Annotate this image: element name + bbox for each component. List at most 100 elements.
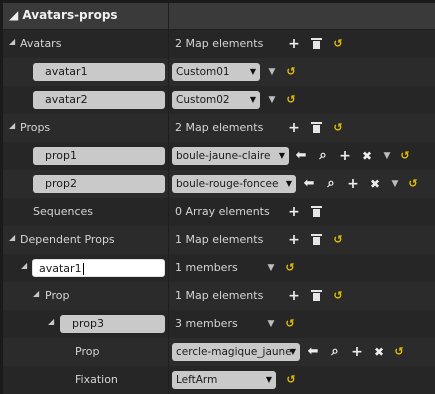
element-menu-icon[interactable]: ▼ <box>380 148 394 164</box>
row-props: ◢ Props 2 Map elements + ↺ <box>3 114 435 142</box>
column-divider <box>168 366 169 394</box>
add-icon[interactable]: + <box>350 344 364 360</box>
use-selected-icon[interactable]: ⬅ <box>294 148 308 164</box>
row-prop3-prop: Prop cercle-magique_jaune ▼ ⬅ ⌕ + ✖ ↺ <box>3 338 435 366</box>
browse-icon[interactable]: ⌕ <box>316 148 330 164</box>
property-label: Props <box>20 121 51 134</box>
add-icon[interactable]: + <box>287 204 301 220</box>
element-menu-icon[interactable]: ▼ <box>264 316 278 332</box>
chevron-down-icon: ▼ <box>278 151 285 160</box>
column-divider <box>168 170 169 198</box>
column-divider <box>168 310 169 338</box>
column-divider <box>168 30 169 58</box>
value-dropdown[interactable]: Custom02 ▼ <box>172 91 260 109</box>
reset-icon[interactable]: ↺ <box>392 344 406 360</box>
clear-icon[interactable]: ✖ <box>360 148 374 164</box>
category-title: ◢ Avatars-props <box>9 8 118 22</box>
row-dependent-props: ◢ Dependent Props 1 Map elements + ↺ <box>3 226 435 254</box>
column-divider <box>168 254 169 282</box>
add-icon[interactable]: + <box>287 120 301 136</box>
reset-icon[interactable]: ↺ <box>331 120 345 136</box>
row-sequences: Sequences 0 Array elements + <box>3 198 435 226</box>
column-divider <box>168 3 169 29</box>
chevron-down-icon: ▼ <box>249 67 256 76</box>
collapse-arrow-icon[interactable]: ◢ <box>48 317 54 326</box>
reset-icon[interactable]: ↺ <box>284 372 298 388</box>
category-header[interactable]: ◢ Avatars-props <box>3 3 435 30</box>
asset-dropdown[interactable]: cercle-magique_jaune ▼ <box>172 343 300 361</box>
text-caret <box>82 263 84 275</box>
property-label: Avatars <box>20 37 62 50</box>
map-key-field[interactable]: prop1 <box>33 147 165 165</box>
add-icon[interactable]: + <box>287 232 301 248</box>
reset-icon[interactable]: ↺ <box>284 64 298 80</box>
reset-icon[interactable]: ↺ <box>283 260 297 276</box>
delete-icon[interactable] <box>311 234 322 245</box>
asset-dropdown[interactable]: boule-jaune-claire ▼ <box>172 147 289 165</box>
collapse-arrow-icon[interactable]: ◢ <box>9 233 15 242</box>
delete-icon[interactable] <box>311 290 322 301</box>
map-key-field[interactable]: avatar2 <box>33 91 165 109</box>
map-key-field[interactable]: prop2 <box>33 175 165 193</box>
delete-icon[interactable] <box>311 122 322 133</box>
row-prop2: prop2 boule-rouge-foncee ▼ ⬅ ⌕ + ✖ ▼ ↺ <box>3 170 435 198</box>
property-label: Prop <box>45 289 70 302</box>
collapse-arrow-icon[interactable]: ◢ <box>9 121 15 130</box>
row-avatar2: avatar2 Custom02 ▼ ▼ ↺ <box>3 86 435 114</box>
member-count: 3 members <box>175 317 238 330</box>
asset-dropdown[interactable]: boule-rouge-foncee ▼ <box>172 175 296 193</box>
row-prop1: prop1 boule-jaune-claire ▼ ⬅ ⌕ + ✖ ▼ ↺ <box>3 142 435 170</box>
column-divider <box>168 282 169 310</box>
reset-icon[interactable]: ↺ <box>406 176 420 192</box>
add-icon[interactable]: + <box>346 176 360 192</box>
column-divider <box>168 58 169 86</box>
delete-icon[interactable] <box>311 38 322 49</box>
map-count: 2 Map elements <box>175 37 264 50</box>
property-label: Dependent Props <box>20 233 115 246</box>
row-nested-prop-map: ◢ Prop 1 Map elements + ↺ <box>3 282 435 310</box>
column-divider <box>168 86 169 114</box>
reset-icon[interactable]: ↺ <box>331 288 345 304</box>
column-divider <box>168 338 169 366</box>
chevron-down-icon: ▼ <box>265 375 272 384</box>
reset-icon[interactable]: ↺ <box>331 232 345 248</box>
element-menu-icon[interactable]: ▼ <box>265 92 279 108</box>
reset-icon[interactable]: ↺ <box>398 148 412 164</box>
column-divider <box>168 114 169 142</box>
reset-icon[interactable]: ↺ <box>283 316 297 332</box>
collapse-arrow-icon[interactable]: ◢ <box>9 37 15 46</box>
map-count: 1 Map elements <box>175 289 264 302</box>
delete-icon[interactable] <box>311 206 322 217</box>
row-prop3: ◢ prop3 3 members ▼ ↺ <box>3 310 435 338</box>
row-avatars: ◢ Avatars 2 Map elements + ↺ <box>3 30 435 58</box>
add-icon[interactable]: + <box>287 288 301 304</box>
enum-dropdown[interactable]: LeftArm ▼ <box>172 371 276 389</box>
use-selected-icon[interactable]: ⬅ <box>306 344 320 360</box>
reset-icon[interactable]: ↺ <box>331 36 345 52</box>
value-dropdown[interactable]: Custom01 ▼ <box>172 63 260 81</box>
reset-icon[interactable]: ↺ <box>284 92 298 108</box>
row-fixation: Fixation LeftArm ▼ ↺ <box>3 366 435 394</box>
browse-icon[interactable]: ⌕ <box>328 344 342 360</box>
chevron-down-icon: ▼ <box>285 179 292 188</box>
clear-icon[interactable]: ✖ <box>372 344 386 360</box>
collapse-arrow-icon[interactable]: ◢ <box>21 261 27 270</box>
clear-icon[interactable]: ✖ <box>368 176 382 192</box>
element-menu-icon[interactable]: ▼ <box>265 64 279 80</box>
array-count: 0 Array elements <box>175 205 270 218</box>
collapse-arrow-icon[interactable]: ◢ <box>33 289 39 298</box>
column-divider <box>168 142 169 170</box>
add-icon[interactable]: + <box>287 36 301 52</box>
browse-icon[interactable]: ⌕ <box>324 176 338 192</box>
use-selected-icon[interactable]: ⬅ <box>302 176 316 192</box>
column-divider <box>168 226 169 254</box>
map-key-input[interactable]: avatar1 <box>32 259 165 277</box>
map-key-field[interactable]: prop3 <box>60 315 165 333</box>
map-key-field[interactable]: avatar1 <box>33 63 165 81</box>
add-icon[interactable]: + <box>338 148 352 164</box>
property-label: Sequences <box>33 205 93 218</box>
element-menu-icon[interactable]: ▼ <box>388 176 402 192</box>
element-menu-icon[interactable]: ▼ <box>264 260 278 276</box>
map-count: 2 Map elements <box>175 121 264 134</box>
property-label: Fixation <box>75 373 118 386</box>
